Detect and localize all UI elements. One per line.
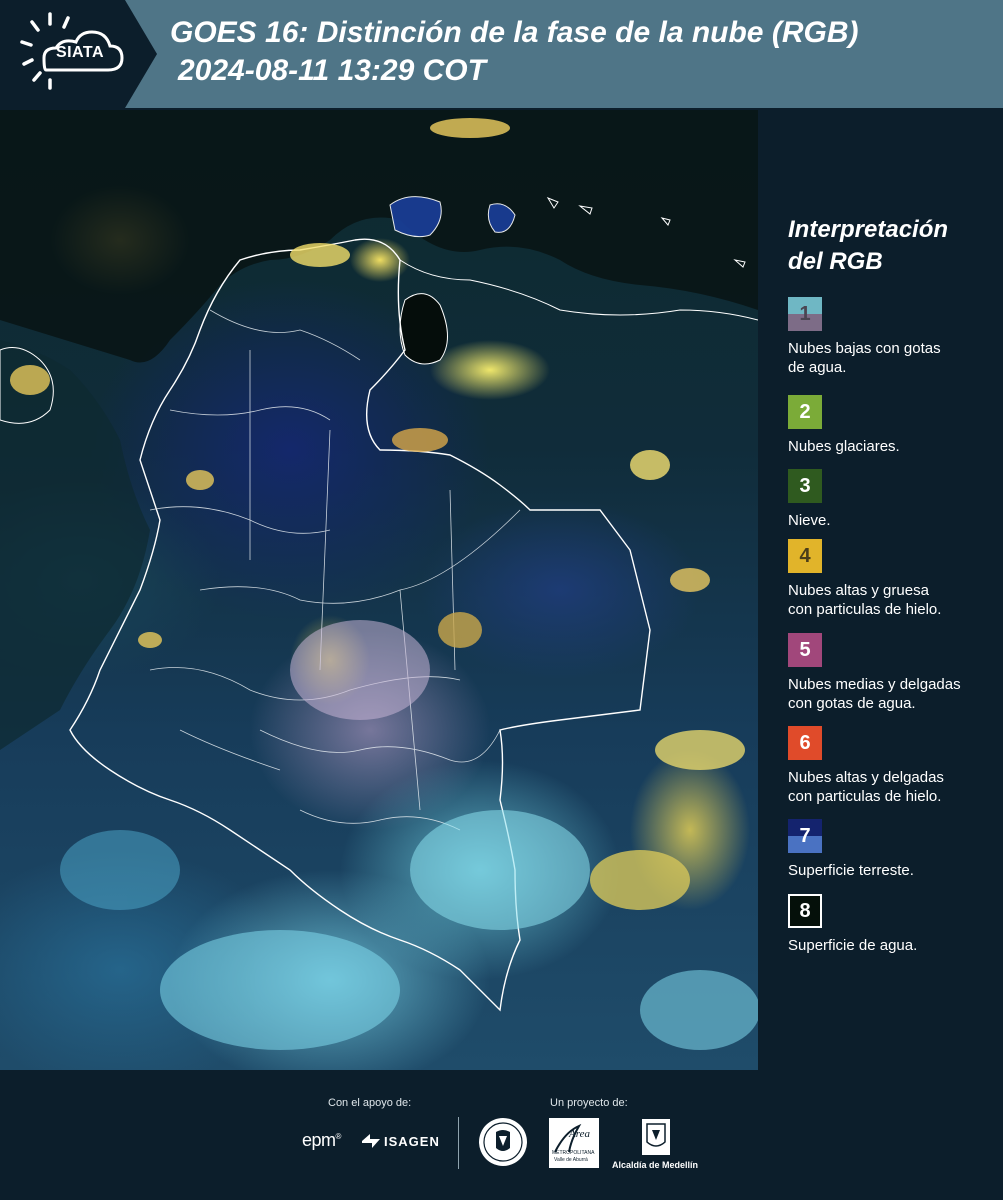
legend-title: Interpretación del RGB: [788, 214, 988, 278]
legend-item-4: 4 Nubes altas y gruesa con particulas de…: [788, 539, 998, 619]
support-label: Con el apoyo de:: [328, 1097, 412, 1109]
legend-title-line-1: Interpretación: [788, 216, 949, 243]
legend-swatch-7: 7: [788, 819, 822, 853]
legend-item-3: 3 Nieve.: [788, 469, 998, 530]
legend-swatch-2: 2: [788, 395, 822, 429]
isagen-icon: [362, 1134, 380, 1148]
legend-swatch-5: 5: [788, 633, 822, 667]
footer-divider: [458, 1117, 459, 1169]
legend-item-5: 5 Nubes medias y delgadas con gotas de a…: [788, 633, 998, 713]
legend-number-5: 5: [799, 639, 811, 661]
seal-icon: [479, 1118, 527, 1166]
alcaldia-logo-text: Alcaldía de Medellín: [612, 1160, 699, 1170]
title-line-2: 2024-08-11 13:29 COT: [178, 54, 486, 87]
legend-title-line-2: del RGB: [788, 248, 883, 275]
legend-swatch-3: 3: [788, 469, 822, 503]
legend-label-5-line-1: Nubes medias y delgadas: [788, 676, 961, 693]
isagen-logo: ISAGEN: [384, 1134, 440, 1149]
legend-item-1: 1 Nubes bajas con gotas de agua.: [788, 297, 998, 377]
legend-number-6: 6: [799, 732, 811, 754]
satellite-image: [0, 110, 758, 1070]
header-bar: SIATA GOES 16: Distinción de la fase de …: [0, 0, 1003, 108]
legend-swatch-1: 1: [788, 297, 822, 331]
legend-label-2-line-1: Nubes glaciares.: [788, 438, 900, 455]
metropolitana-word: METROPOLITANA: [552, 1150, 595, 1156]
legend-swatch-8: 8: [788, 894, 822, 928]
legend-label-4: Nubes altas y gruesa con particulas de h…: [788, 581, 998, 619]
legend-label-1-line-2: de agua.: [788, 359, 847, 376]
legend-label-6-line-2: con particulas de hielo.: [788, 788, 942, 805]
legend-label-5: Nubes medias y delgadas con gotas de agu…: [788, 675, 998, 713]
legend-label-8-line-1: Superficie de agua.: [788, 937, 918, 954]
legend-label-6: Nubes altas y delgadas con particulas de…: [788, 768, 998, 806]
siata-logo-text: SIATA: [55, 44, 105, 61]
legend-label-8: Superficie de agua.: [788, 936, 998, 955]
legend-number-3: 3: [799, 475, 811, 497]
legend-item-2: 2 Nubes glaciares.: [788, 395, 998, 456]
legend-item-7: 7 Superficie terreste.: [788, 819, 998, 880]
legend-number-4: 4: [799, 545, 811, 567]
area-metropolitana-logo: Área METROPOLITANA Valle de Aburrá: [549, 1118, 599, 1173]
legend-label-6-line-1: Nubes altas y delgadas: [788, 769, 944, 786]
legend-label-3: Nieve.: [788, 511, 998, 530]
epm-logo: epm®: [302, 1130, 341, 1150]
legend-number-1: 1: [799, 303, 811, 325]
title-line-1: GOES 16: Distinción de la fase de la nub…: [170, 16, 859, 49]
map-overlay: [0, 110, 758, 1050]
legend-item-6: 6 Nubes altas y delgadas con particulas …: [788, 726, 998, 806]
legend-number-2: 2: [799, 401, 811, 423]
legend-label-5-line-2: con gotas de agua.: [788, 695, 916, 712]
page-title: GOES 16: Distinción de la fase de la nub…: [170, 14, 990, 90]
legend-label-7-line-1: Superficie terreste.: [788, 862, 914, 879]
legend-number-8: 8: [799, 900, 811, 922]
legend-label-7: Superficie terreste.: [788, 861, 998, 880]
legend-swatch-4: 4: [788, 539, 822, 573]
valle-word: Valle de Aburrá: [554, 1157, 588, 1163]
area-word: Área: [569, 1128, 590, 1140]
legend-label-2: Nubes glaciares.: [788, 437, 998, 456]
legend-label-1-line-1: Nubes bajas con gotas: [788, 340, 941, 357]
legend-label-4-line-1: Nubes altas y gruesa: [788, 582, 929, 599]
legend-label-4-line-2: con particulas de hielo.: [788, 601, 942, 618]
epm-logo-text: epm: [302, 1130, 336, 1150]
legend-item-8: 8 Superficie de agua.: [788, 894, 998, 955]
legend-swatch-6: 6: [788, 726, 822, 760]
siata-logo: SIATA: [0, 0, 157, 108]
alcaldia-shield-icon: [642, 1119, 670, 1155]
legend-number-7: 7: [799, 825, 811, 847]
legend-label-1: Nubes bajas con gotas de agua.: [788, 339, 998, 377]
project-label: Un proyecto de:: [550, 1097, 628, 1109]
legend-label-3-line-1: Nieve.: [788, 512, 831, 529]
